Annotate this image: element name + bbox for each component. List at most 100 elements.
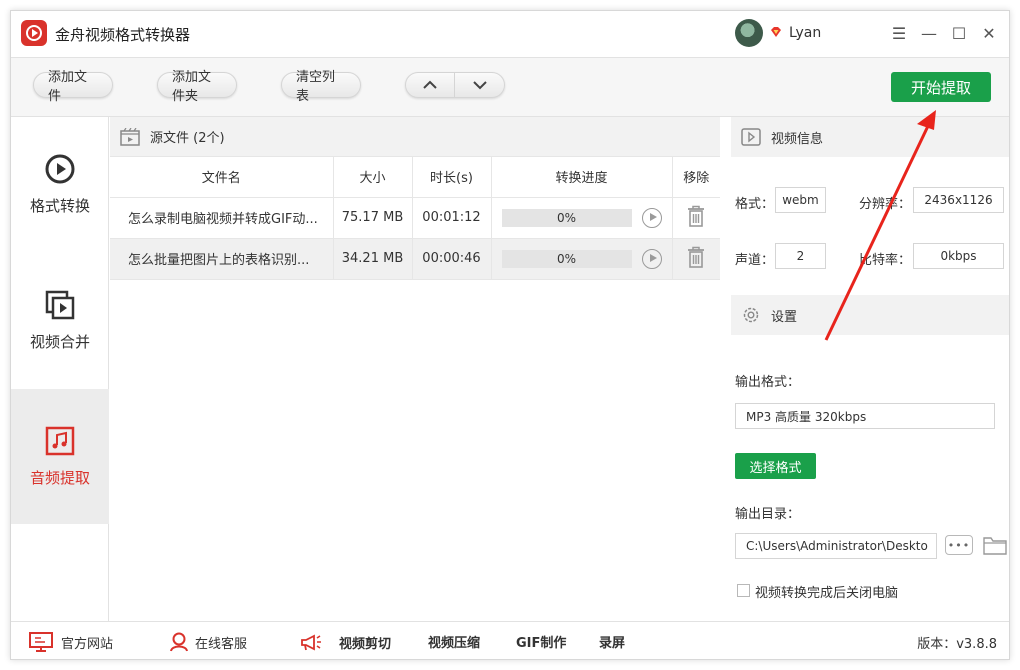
gear-icon [743,307,759,323]
sidebar: 格式转换 视频合并 音频提取 [11,117,109,621]
play-icon[interactable] [641,207,662,228]
minimize-button[interactable]: — [917,21,941,45]
format-value: webm [775,187,826,213]
app-window: 金舟视频格式转换器 Lyan ☰ — ☐ ✕ 添加文件 添加文件夹 清空列表 开… [10,10,1010,660]
video-info-icon [741,128,761,146]
remove-cell [672,197,720,239]
remove-cell [672,238,720,280]
support-agent-icon [170,632,188,652]
close-button[interactable]: ✕ [977,21,1001,45]
file-list-panel: 源文件 (2个) 文件名 大小 时长(s) 转换进度 移除 怎么录制电脑视频并转… [110,117,720,621]
file-size: 34.21 MB [333,238,413,280]
select-format-button[interactable]: 选择格式 [735,453,816,479]
progress-cell: 0% [491,238,673,280]
table-row[interactable]: 怎么批量把图片上的表格识别... 34.21 MB 00:00:46 0% [110,238,720,280]
browse-more-button[interactable]: ••• [945,535,973,555]
file-table: 文件名 大小 时长(s) 转换进度 移除 怎么录制电脑视频并转成GIF动... … [110,157,720,280]
trash-icon[interactable] [687,246,705,268]
gif-make-label: GIF制作 [516,636,567,651]
move-down-button[interactable] [455,73,504,97]
source-files-count: 源文件 (2个) [150,131,225,146]
status-bar: 官方网站 在线客服 视频剪切 视频压缩 GIF制作 录屏 版本：v3.8.8 [11,621,1009,659]
progress-text: 0% [556,210,577,225]
file-name: 怎么批量把图片上的表格识别... [110,238,334,280]
gif-make-link[interactable]: GIF制作 [516,632,566,651]
output-format-value: MP3 高质量 320kbps [735,403,995,429]
add-file-button[interactable]: 添加文件 [33,70,113,104]
official-website-label: 官方网站 [61,636,114,652]
clear-list-button[interactable]: 清空列表 [281,70,361,104]
monitor-icon [29,632,53,652]
menu-icon[interactable]: ☰ [887,21,911,45]
avatar[interactable] [735,19,763,47]
column-header-duration[interactable]: 时长(s) [412,157,492,198]
column-header-progress[interactable]: 转换进度 [491,157,673,198]
shutdown-label: 视频转换完成后关闭电脑 [755,586,899,601]
move-up-button[interactable] [406,73,456,97]
app-title: 金舟视频格式转换器 [55,26,191,44]
screen-record-link[interactable]: 录屏 [599,632,625,651]
sidebar-item-label: 音频提取 [29,469,90,487]
sidebar-item-video-merge[interactable]: 视频合并 [11,253,109,388]
trash-icon[interactable] [687,205,705,227]
sidebar-item-label: 视频合并 [29,333,90,351]
online-support-label: 在线客服 [195,636,248,652]
settings-header: 设置 [731,295,1009,335]
output-dir-label: 输出目录： [735,507,801,522]
file-size: 75.17 MB [333,197,413,239]
chevron-up-icon [423,80,437,89]
maximize-button[interactable]: ☐ [947,21,971,45]
video-info-title: 视频信息 [771,131,824,147]
video-cut-link[interactable]: 视频剪切 [299,632,391,652]
megaphone-icon [301,634,321,651]
start-extract-button[interactable]: 开始提取 [891,72,991,102]
video-merge-icon [45,290,75,320]
progress-cell: 0% [491,197,673,239]
title-bar: 金舟视频格式转换器 Lyan ☰ — ☐ ✕ [11,11,1009,57]
video-compress-label: 视频压缩 [428,636,481,651]
file-duration: 00:00:46 [412,238,492,280]
add-folder-button[interactable]: 添加文件夹 [157,70,237,104]
screen-record-label: 录屏 [599,636,626,651]
column-header-filename[interactable]: 文件名 [110,157,334,198]
version-text: 版本：v3.8.8 [917,637,997,652]
video-file-icon [120,127,140,146]
video-compress-link[interactable]: 视频压缩 [428,632,480,651]
file-duration: 00:01:12 [412,197,492,239]
output-dir-input[interactable]: C:\Users\Administrator\Deskto [735,533,937,559]
channel-label: 声道： [735,253,775,268]
file-name: 怎么录制电脑视频并转成GIF动... [110,197,334,239]
vip-diamond-icon [771,27,781,37]
app-logo-icon [21,20,47,46]
format-label: 格式： [735,197,775,212]
bitrate-label: 比特率： [859,253,912,268]
resolution-value: 2436x1126 [913,187,1004,213]
resolution-label: 分辨率： [859,197,912,212]
chevron-down-icon [472,81,487,90]
progress-text: 0% [556,251,577,266]
progress-bar: 0% [501,249,632,268]
username[interactable]: Lyan [789,25,821,41]
video-cut-label: 视频剪切 [339,636,392,652]
settings-title: 设置 [771,309,798,325]
shutdown-checkbox[interactable] [737,584,750,597]
channel-value: 2 [775,243,826,269]
column-header-size[interactable]: 大小 [333,157,413,198]
column-header-remove: 移除 [672,157,720,198]
progress-bar: 0% [501,208,632,227]
properties-panel: 视频信息 格式： webm 分辨率： 2436x1126 声道： 2 比特率： … [731,117,1009,621]
folder-icon[interactable] [983,536,1007,555]
video-info-header: 视频信息 [731,117,1009,157]
sidebar-item-audio-extract[interactable]: 音频提取 [11,389,109,524]
online-support-link[interactable]: 在线客服 [169,632,247,652]
output-format-label: 输出格式： [735,375,801,390]
toolbar: 添加文件 添加文件夹 清空列表 开始提取 [11,57,1009,117]
table-row[interactable]: 怎么录制电脑视频并转成GIF动... 75.17 MB 00:01:12 0% [110,197,720,239]
official-website-link[interactable]: 官方网站 [29,632,113,652]
sidebar-item-label: 格式转换 [29,197,90,215]
play-icon[interactable] [641,248,662,269]
bitrate-value: 0kbps [913,243,1004,269]
play-circle-icon [45,154,75,184]
source-files-header: 源文件 (2个) [110,117,720,157]
sidebar-item-format-convert[interactable]: 格式转换 [11,117,109,252]
